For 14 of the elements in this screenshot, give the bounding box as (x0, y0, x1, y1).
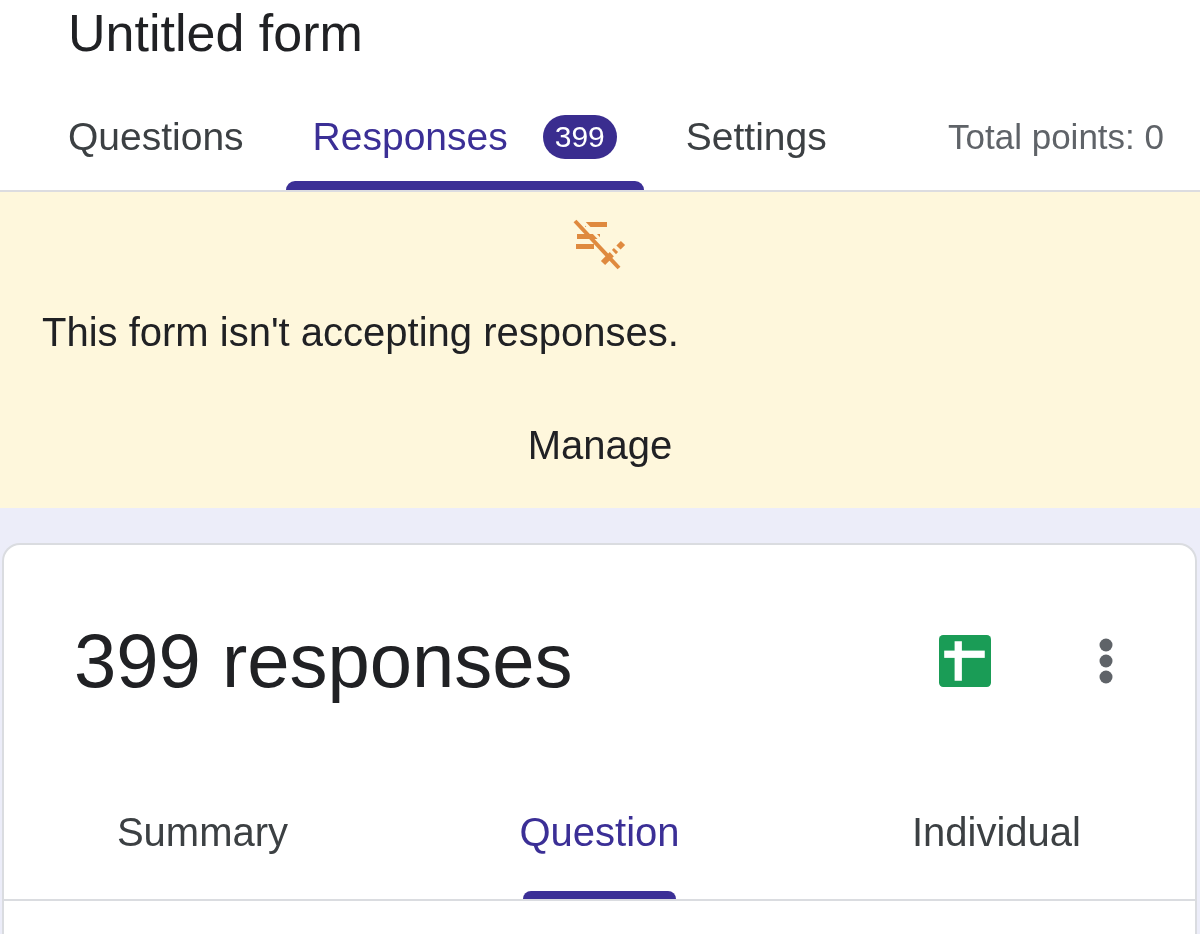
form-title: Untitled form (67, 3, 364, 64)
spreadsheet-icon[interactable] (939, 635, 991, 687)
tab[interactable]: Responses 399 (285, 90, 644, 190)
total-points-label: Total points: 0 (948, 117, 1164, 158)
response-count-heading: 399 responses (74, 617, 573, 705)
tab[interactable]: Individual (912, 775, 1081, 899)
tab[interactable]: Questions (41, 90, 271, 190)
more-options-icon[interactable] (1099, 638, 1113, 684)
tab[interactable]: Question (519, 775, 680, 899)
banner-message: This form isn't accepting responses. (41, 309, 680, 356)
count-badge: 399 (542, 115, 617, 159)
manage-button[interactable]: Manage (515, 413, 685, 477)
tab[interactable]: Summary (116, 775, 289, 899)
tab[interactable]: Settings (658, 90, 854, 190)
